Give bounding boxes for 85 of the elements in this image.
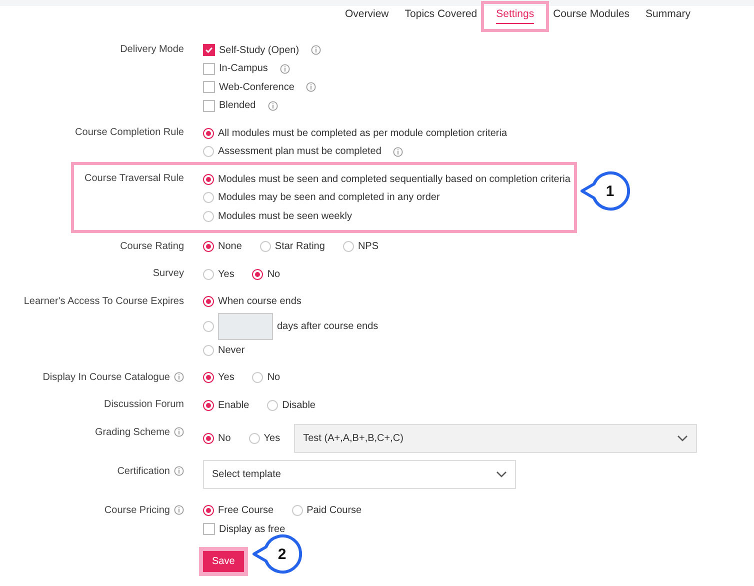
- chevron-down-icon: [677, 435, 688, 442]
- tab[interactable]: Settings: [481, 0, 550, 32]
- radio-button[interactable]: [248, 433, 260, 444]
- info-icon[interactable]: [174, 504, 184, 514]
- radio-option[interactable]: Modules must be seen weekly: [203, 210, 352, 222]
- radio-option[interactable]: Paid Course: [292, 505, 362, 516]
- radio-button[interactable]: [203, 344, 214, 356]
- field-label: Display In Course Catalogue: [42, 372, 170, 382]
- info-icon[interactable]: [174, 466, 184, 476]
- radio-button[interactable]: [203, 268, 214, 280]
- checkbox[interactable]: [203, 100, 215, 112]
- field-label: Grading Scheme: [94, 426, 170, 438]
- radio-option[interactable]: Modules may be seen and completed in any order: [203, 192, 440, 204]
- radio-button[interactable]: [203, 128, 214, 139]
- radio-option[interactable]: Yes: [248, 433, 280, 444]
- radio-button[interactable]: [203, 505, 214, 516]
- field-label: Course Pricing: [104, 504, 170, 516]
- field-label: Delivery Mode: [120, 44, 184, 55]
- radio-option[interactable]: Disable: [267, 400, 316, 411]
- radio-option[interactable]: Enable: [203, 400, 250, 411]
- radio-button[interactable]: [252, 268, 264, 280]
- tab[interactable]: Course Modules: [553, 8, 630, 24]
- info-icon[interactable]: [306, 82, 316, 92]
- info-icon[interactable]: [268, 100, 278, 111]
- radio-button[interactable]: [292, 505, 303, 516]
- chevron-down-icon: [496, 470, 507, 478]
- radio-option[interactable]: Yes: [203, 372, 234, 384]
- radio-option[interactable]: None: [203, 241, 242, 252]
- info-icon[interactable]: [174, 426, 184, 436]
- field-label: Course Completion Rule: [75, 127, 184, 138]
- radio-option[interactable]: When course ends: [203, 296, 302, 308]
- radio-button[interactable]: [267, 400, 278, 411]
- checkbox-option[interactable]: In-Campus: [203, 62, 290, 75]
- radio-button[interactable]: [203, 174, 214, 185]
- radio-button[interactable]: [203, 400, 214, 411]
- radio-button[interactable]: [203, 146, 214, 158]
- radio-button[interactable]: [203, 296, 214, 308]
- callout-badge: 2: [252, 534, 302, 574]
- checkbox-option[interactable]: Web-Conference: [203, 81, 316, 94]
- radio-option[interactable]: All modules must be completed as per module completion criteria: [203, 128, 508, 139]
- checkbox[interactable]: [203, 62, 215, 75]
- callout-badge: 1: [580, 171, 630, 211]
- tab[interactable]: Overview: [345, 8, 389, 24]
- field-label: Certification: [117, 466, 170, 476]
- info-icon[interactable]: [174, 372, 184, 382]
- field-label: Course Traversal Rule: [84, 173, 184, 184]
- field-label: Learner's Access To Course Expires: [24, 296, 184, 306]
- option-text: days after course ends: [277, 320, 378, 332]
- info-icon[interactable]: [393, 146, 404, 157]
- radio-button[interactable]: [203, 241, 214, 252]
- days-input[interactable]: [218, 312, 273, 340]
- radio-option[interactable]: Modules must be seen and completed sequentially based on completion criteria: [203, 174, 570, 185]
- checkbox-option[interactable]: Self-Study (Open): [203, 44, 322, 56]
- checkbox-option[interactable]: Blended: [203, 100, 278, 112]
- checkbox-option[interactable]: Display as free: [203, 523, 286, 536]
- field-label: Survey: [152, 268, 184, 279]
- checkbox[interactable]: [203, 81, 215, 94]
- radio-option[interactable]: Yes: [203, 268, 234, 280]
- info-icon[interactable]: [311, 45, 322, 56]
- checkbox[interactable]: [203, 523, 215, 536]
- radio-button[interactable]: [203, 210, 214, 222]
- radio-button[interactable]: [203, 372, 214, 384]
- save-button[interactable]: Save: [203, 550, 244, 572]
- radio-option[interactable]: NPS: [342, 241, 378, 252]
- tab[interactable]: Topics Covered: [404, 8, 478, 24]
- field-label: Course Rating: [120, 240, 184, 252]
- radio-option[interactable]: Never: [203, 344, 245, 356]
- radio-option[interactable]: No: [252, 268, 280, 280]
- radio-option[interactable]: No: [252, 372, 280, 384]
- dropdown[interactable]: Test (A+,A,B+,B,C+,C): [294, 424, 698, 453]
- radio-button[interactable]: [203, 433, 214, 444]
- radio-button[interactable]: [203, 192, 214, 204]
- info-icon[interactable]: [280, 64, 290, 74]
- field-label: Discussion Forum: [104, 399, 184, 410]
- radio-option[interactable]: Free Course: [203, 505, 274, 516]
- radio-button[interactable]: [342, 241, 354, 252]
- radio-option[interactable]: Assessment plan must be completed: [203, 146, 404, 158]
- tab[interactable]: Summary: [646, 8, 690, 24]
- radio-button[interactable]: [252, 372, 264, 384]
- checkbox[interactable]: [203, 44, 215, 56]
- dropdown[interactable]: Select template: [203, 460, 516, 488]
- radio-button[interactable]: [203, 320, 214, 332]
- radio-button[interactable]: [260, 241, 271, 252]
- radio-option[interactable]: No: [203, 433, 231, 444]
- radio-option[interactable]: Star Rating: [260, 241, 325, 252]
